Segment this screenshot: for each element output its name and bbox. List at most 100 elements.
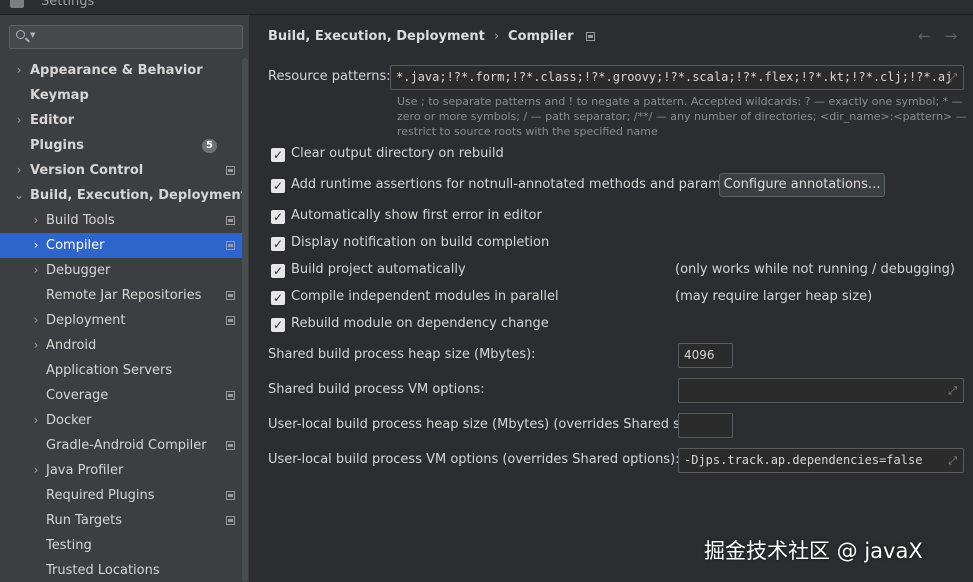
sidebar-item-label: Required Plugins (46, 488, 155, 503)
sidebar-item-plugins[interactable]: Plugins 5 (0, 133, 242, 158)
sidebar-item-label: Trusted Locations (46, 563, 160, 578)
sidebar-item-label: Debugger (46, 263, 111, 278)
search-input[interactable] (40, 28, 240, 46)
expand-icon[interactable]: ⤢ (948, 379, 957, 402)
sidebar-item-appearance-behavior[interactable]: › Appearance & Behavior (0, 58, 242, 83)
breadcrumb: Build, Execution, Deployment › Compiler (268, 29, 595, 44)
chevron-right-icon[interactable]: › (30, 208, 42, 233)
sidebar-item-compiler[interactable]: › Compiler (0, 233, 242, 258)
option-label: Compile independent modules in parallel (291, 289, 559, 304)
project-level-icon (226, 441, 235, 450)
shared-vm-options-label: Shared build process VM options: (268, 382, 485, 397)
resource-patterns-help: Use ; to separate patterns and ! to nega… (397, 95, 967, 138)
checkbox-checked-icon[interactable]: ✓ (271, 148, 285, 162)
option-label: Build project automatically (291, 262, 466, 277)
sidebar-item-trusted-locations[interactable]: Trusted Locations (0, 558, 242, 582)
search-options-icon[interactable]: ▼ (30, 31, 35, 39)
sidebar-item-testing[interactable]: Testing (0, 533, 242, 558)
sidebar-item-label: Coverage (46, 388, 109, 403)
sidebar-item-label: Java Profiler (46, 463, 124, 478)
user-heap-input[interactable] (678, 413, 733, 438)
settings-search[interactable]: ▼ (9, 25, 243, 49)
project-level-icon (226, 491, 235, 500)
shared-heap-label: Shared build process heap size (Mbytes): (268, 347, 536, 362)
sidebar-item-label: Editor (30, 113, 75, 128)
parallel-compile-note: (may require larger heap size) (675, 289, 873, 304)
checkbox-checked-icon[interactable]: ✓ (271, 291, 285, 305)
window-title: Settings (41, 0, 95, 9)
sidebar-item-remote-jar-repositories[interactable]: Remote Jar Repositories (0, 283, 242, 308)
chevron-right-icon[interactable]: › (30, 333, 42, 358)
sidebar-item-label: Version Control (30, 163, 144, 178)
sidebar-item-build-tools[interactable]: › Build Tools (0, 208, 242, 233)
expand-icon[interactable]: ⤢ (948, 66, 957, 89)
sidebar-item-label: Remote Jar Repositories (46, 288, 202, 303)
option-label: Display notification on build completion (291, 235, 550, 250)
user-vm-options-field[interactable]: -Djps.track.ap.dependencies=false ⤢ (678, 448, 964, 473)
project-level-icon (226, 241, 235, 250)
breadcrumb-parent[interactable]: Build, Execution, Deployment (268, 29, 485, 44)
chevron-right-icon[interactable]: › (30, 458, 42, 483)
sidebar-item-debugger[interactable]: › Debugger (0, 258, 242, 283)
shared-heap-input[interactable]: 4096 (678, 343, 733, 368)
project-level-icon (226, 391, 235, 400)
sidebar-item-label: Application Servers (46, 363, 173, 378)
sidebar-scrollbar[interactable] (242, 58, 248, 582)
option-label: Automatically show first error in editor (291, 208, 542, 223)
checkbox-checked-icon[interactable]: ✓ (271, 210, 285, 224)
sidebar-item-label: Keymap (30, 88, 89, 103)
sidebar-item-build-execution-deployment[interactable]: ⌄ Build, Execution, Deployment (0, 183, 247, 208)
sidebar-item-label: Build, Execution, Deployment (30, 188, 247, 203)
user-heap-label: User-local build process heap size (Mbyt… (268, 417, 708, 432)
chevron-right-icon[interactable]: › (30, 258, 42, 283)
project-level-icon (226, 216, 235, 225)
checkbox-checked-icon[interactable]: ✓ (271, 237, 285, 251)
sidebar-item-android[interactable]: › Android (0, 333, 242, 358)
sidebar-item-label: Deployment (46, 313, 126, 328)
chevron-right-icon[interactable]: › (13, 158, 25, 183)
sidebar-item-coverage[interactable]: Coverage (0, 383, 242, 408)
app-icon (10, 0, 24, 8)
sidebar-item-label: Plugins (30, 138, 84, 153)
sidebar-item-label: Gradle-Android Compiler (46, 438, 207, 453)
option-label: Clear output directory on rebuild (291, 146, 504, 161)
sidebar-item-gradle-android-compiler[interactable]: Gradle-Android Compiler (0, 433, 242, 458)
resource-patterns-field[interactable]: *.java;!?*.form;!?*.class;!?*.groovy;!?*… (390, 65, 964, 90)
checkbox-checked-icon[interactable]: ✓ (271, 264, 285, 278)
checkbox-checked-icon[interactable]: ✓ (271, 318, 285, 332)
expand-icon[interactable]: ⤢ (948, 449, 957, 472)
resource-patterns-label: Resource patterns: (268, 69, 391, 84)
option-label: Rebuild module on dependency change (291, 316, 549, 331)
sidebar-item-version-control[interactable]: › Version Control (0, 158, 242, 183)
plugins-update-badge: 5 (202, 139, 217, 153)
shared-vm-options-field[interactable]: ⤢ (678, 378, 964, 403)
title-bar: Settings (0, 0, 973, 15)
chevron-right-icon[interactable]: › (30, 308, 42, 333)
chevron-down-icon[interactable]: ⌄ (13, 183, 25, 208)
sidebar-item-application-servers[interactable]: Application Servers (0, 358, 242, 383)
chevron-right-icon[interactable]: › (30, 233, 42, 258)
forward-arrow-icon[interactable]: → (945, 27, 972, 45)
settings-content: Build, Execution, Deployment › Compiler ←→… (251, 15, 973, 582)
sidebar-item-label: Run Targets (46, 513, 123, 528)
checkbox-checked-icon[interactable]: ✓ (271, 179, 285, 193)
configure-annotations-button[interactable]: Configure annotations... (719, 173, 885, 197)
history-navigation: ←→ (918, 27, 971, 45)
sidebar-item-docker[interactable]: › Docker (0, 408, 242, 433)
sidebar-item-run-targets[interactable]: Run Targets (0, 508, 242, 533)
project-level-icon (226, 516, 235, 525)
chevron-right-icon[interactable]: › (13, 108, 25, 133)
search-icon (16, 30, 25, 39)
resource-patterns-value: *.java;!?*.form;!?*.class;!?*.groovy;!?*… (396, 70, 953, 84)
back-arrow-icon[interactable]: ← (918, 27, 945, 45)
sidebar-item-keymap[interactable]: Keymap (0, 83, 242, 108)
sidebar-item-label: Compiler (46, 238, 105, 253)
settings-sidebar: ▼ › Appearance & Behavior Keymap › Edito… (0, 15, 250, 582)
chevron-right-icon[interactable]: › (13, 58, 25, 83)
sidebar-item-editor[interactable]: › Editor (0, 108, 242, 133)
sidebar-item-required-plugins[interactable]: Required Plugins (0, 483, 242, 508)
chevron-right-icon[interactable]: › (30, 408, 42, 433)
sidebar-item-deployment[interactable]: › Deployment (0, 308, 242, 333)
sidebar-item-java-profiler[interactable]: › Java Profiler (0, 458, 242, 483)
project-level-icon (226, 291, 235, 300)
